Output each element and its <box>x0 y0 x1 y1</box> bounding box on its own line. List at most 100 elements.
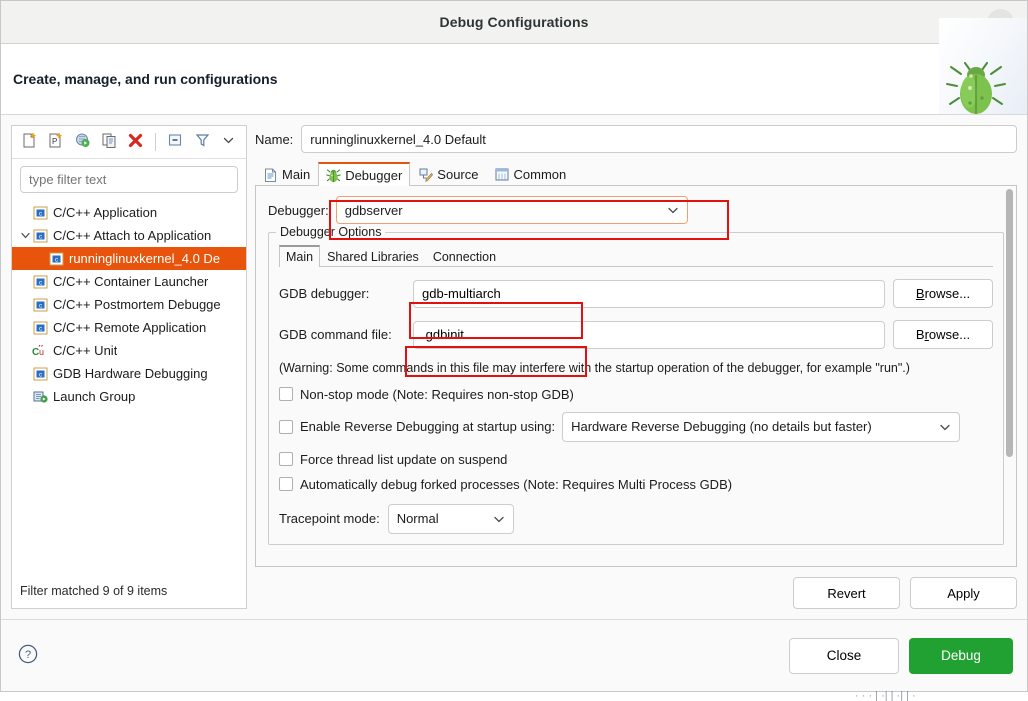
debugger-options-tab-shared-libraries[interactable]: Shared Libraries <box>320 246 426 266</box>
new-prototype-button[interactable]: P <box>45 130 68 154</box>
debugger-tab-content: Debugger: gdbserver Debugger Options <box>256 186 1016 545</box>
debugger-label: Debugger: <box>268 203 329 218</box>
collapse-all-icon <box>167 132 184 152</box>
force-thread-update-checkbox[interactable] <box>279 452 293 466</box>
configuration-name-input[interactable] <box>301 125 1017 153</box>
duplicate-button[interactable] <box>98 130 121 154</box>
tab-label: Common <box>514 167 567 182</box>
scrollbar-thumb[interactable] <box>1006 189 1013 457</box>
tree-item-0[interactable]: c C/C++ Application <box>12 201 246 224</box>
configurations-tree-panel: P <box>11 125 247 609</box>
reverse-debugging-select[interactable]: Hardware Reverse Debugging (no details b… <box>562 412 960 442</box>
tree-item-8[interactable]: Launch Group <box>12 385 246 408</box>
browse-label-rest: rowse... <box>925 286 971 301</box>
debugger-select-value: gdbserver <box>345 203 403 218</box>
gdb-debugger-label: GDB debugger: <box>279 286 405 301</box>
tab-source[interactable]: Source <box>410 163 486 185</box>
revert-apply-row: Revert Apply <box>255 567 1017 609</box>
debugger-options-tab-main[interactable]: Main <box>279 245 320 267</box>
revert-button[interactable]: Revert <box>793 577 900 609</box>
help-button[interactable]: ? <box>15 643 41 669</box>
svg-text:P: P <box>52 137 57 146</box>
close-button[interactable]: Close <box>789 638 899 674</box>
debugger-options-tabs[interactable]: Main Shared Libraries Connection <box>279 245 993 267</box>
gdb-debugger-row: GDB debugger: Browse... <box>279 279 993 308</box>
chevron-down-icon[interactable] <box>18 229 32 243</box>
dialog-footer: ? Close Debug <box>1 619 1027 691</box>
tracepoint-mode-select[interactable]: Normal <box>388 504 514 534</box>
svg-text:c: c <box>55 256 58 263</box>
force-thread-update-row[interactable]: Force thread list update on suspend <box>279 452 993 467</box>
tree-item-label: C/C++ Unit <box>53 343 117 358</box>
auto-debug-forked-checkbox[interactable] <box>279 477 293 491</box>
debug-button[interactable]: Debug <box>909 638 1013 674</box>
source-icon <box>418 167 433 182</box>
svg-text:c: c <box>39 279 42 286</box>
gdb-command-file-browse-button[interactable]: Browse... <box>893 320 993 349</box>
debugger-select-row: Debugger: gdbserver <box>268 196 1004 224</box>
tree-item-2[interactable]: c runninglinuxkernel_4.0 De <box>12 247 246 270</box>
dialog-header-banner: Create, manage, and run configurations <box>1 44 1027 115</box>
export-launch-configuration-button[interactable] <box>71 130 94 154</box>
tracepoint-mode-value: Normal <box>397 511 439 526</box>
tab-debugger[interactable]: Debugger <box>318 162 410 186</box>
reverse-debugging-label: Enable Reverse Debugging at startup usin… <box>300 419 555 434</box>
non-stop-mode-row[interactable]: Non-stop mode (Note: Requires non-stop G… <box>279 387 993 402</box>
tree-item-5[interactable]: c C/C++ Remote Application <box>12 316 246 339</box>
tree-item-3[interactable]: c C/C++ Container Launcher <box>12 270 246 293</box>
non-stop-mode-label: Non-stop mode (Note: Requires non-stop G… <box>300 387 574 402</box>
tree-item-4[interactable]: c C/C++ Postmortem Debugge <box>12 293 246 316</box>
c-app-icon: c <box>48 251 65 267</box>
command-file-warning: (Warning: Some commands in this file may… <box>279 360 959 377</box>
non-stop-mode-checkbox[interactable] <box>279 387 293 401</box>
tab-main[interactable]: Main <box>255 163 318 185</box>
debugger-options-title: Debugger Options <box>276 225 385 239</box>
configuration-editor-panel: Name: Main Debugger Source Common Debugg… <box>255 125 1017 609</box>
browse-label-rest-2: owse... <box>929 327 970 342</box>
gdb-debugger-input[interactable] <box>413 280 885 308</box>
reverse-debugging-checkbox[interactable] <box>279 420 293 434</box>
configurations-tree[interactable]: c C/C++ Application c C/C++ Attach to Ap… <box>12 199 246 578</box>
delete-button[interactable] <box>125 130 148 154</box>
debugger-pane-scrollbar[interactable] <box>1005 189 1014 563</box>
gdb-command-file-row: GDB command file: Browse... <box>279 320 993 349</box>
tree-item-label: GDB Hardware Debugging <box>53 366 208 381</box>
gdb-command-file-input[interactable] <box>413 321 885 349</box>
help-icon: ? <box>17 643 39 668</box>
debugger-select[interactable]: gdbserver <box>336 196 688 224</box>
dialog-body: P <box>1 115 1027 619</box>
debugger-options-tab-connection[interactable]: Connection <box>426 246 503 266</box>
editor-tabs[interactable]: Main Debugger Source Common <box>255 161 1017 186</box>
apply-button[interactable]: Apply <box>910 577 1017 609</box>
debugger-options-tab-label: Main <box>286 250 313 264</box>
tree-item-7[interactable]: c GDB Hardware Debugging <box>12 362 246 385</box>
gdb-debugger-browse-button[interactable]: Browse... <box>893 279 993 308</box>
tab-common[interactable]: Common <box>487 163 575 185</box>
reverse-debugging-row[interactable]: Enable Reverse Debugging at startup usin… <box>279 412 993 442</box>
name-row: Name: <box>255 125 1017 153</box>
tree-item-label: C/C++ Attach to Application <box>53 228 211 243</box>
svg-text:u: u <box>39 347 44 357</box>
c-app-icon: c <box>32 297 49 313</box>
chevron-down-icon <box>929 421 951 433</box>
c-app-icon: c <box>32 205 49 221</box>
tree-item-6[interactable]: C u C/C++ Unit <box>12 339 246 362</box>
c-app-icon: c <box>32 228 49 244</box>
collapse-all-button[interactable] <box>164 130 187 154</box>
bug-icon <box>326 168 341 183</box>
svg-text:c: c <box>39 210 42 217</box>
filter-button[interactable] <box>191 130 214 154</box>
gdb-command-file-label: GDB command file: <box>279 327 405 342</box>
filter-status-label: Filter matched 9 of 9 items <box>12 578 246 608</box>
view-menu-button[interactable] <box>217 130 240 154</box>
tab-label: Source <box>437 167 478 182</box>
auto-debug-forked-row[interactable]: Automatically debug forked processes (No… <box>279 477 993 492</box>
chevron-down-icon <box>659 204 679 216</box>
page-title: Create, manage, and run configurations <box>13 71 278 87</box>
force-thread-update-label: Force thread list update on suspend <box>300 452 507 467</box>
debugger-options-tab-label: Shared Libraries <box>327 250 419 264</box>
search-input[interactable] <box>20 166 238 193</box>
common-icon <box>495 167 510 182</box>
tree-item-1[interactable]: c C/C++ Attach to Application <box>12 224 246 247</box>
new-launch-configuration-button[interactable] <box>18 130 41 154</box>
